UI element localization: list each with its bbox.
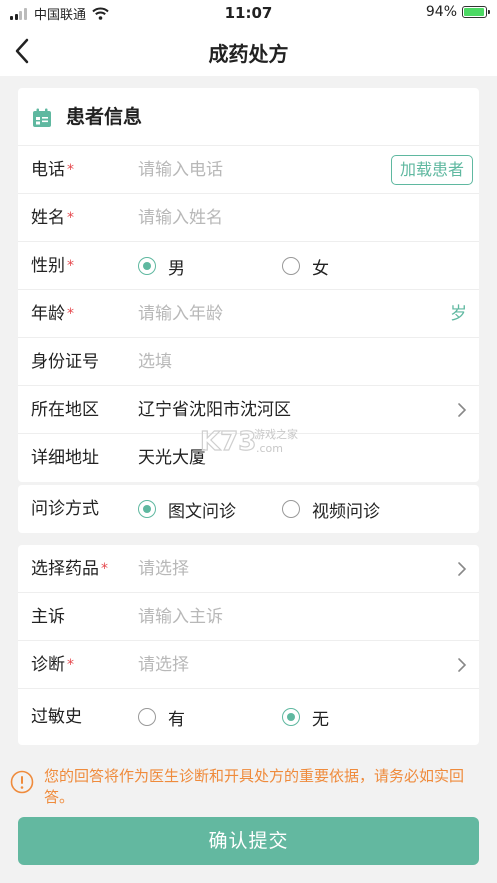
drug-label: 选择药品 * xyxy=(31,559,108,579)
address-row: 详细地址 天光大厦 xyxy=(18,434,479,482)
radio-unchecked-icon xyxy=(282,500,300,518)
id-number-row: 身份证号 选填 xyxy=(18,338,479,386)
id-number-label: 身份证号 xyxy=(31,352,99,372)
prescription-card: 选择药品 * 请选择 主诉 请输入主诉 诊断 * 请选择 过敏史 有 无 xyxy=(18,545,479,745)
consult-method-label: 问诊方式 xyxy=(31,499,99,519)
chevron-right-icon xyxy=(458,403,467,417)
warning-icon xyxy=(10,770,34,794)
drug-select[interactable]: 请选择 xyxy=(138,545,189,593)
age-input[interactable]: 请输入年龄 xyxy=(138,290,223,338)
address-input[interactable]: 天光大厦 xyxy=(138,434,206,482)
allergy-label: 过敏史 xyxy=(31,707,82,727)
phone-row: 电话 * 请输入电话 加载患者 xyxy=(18,146,479,194)
gender-female-radio[interactable]: 女 xyxy=(282,242,329,290)
patient-info-title: 患者信息 xyxy=(66,106,143,128)
phone-input[interactable]: 请输入电话 xyxy=(138,146,223,194)
name-row: 姓名 * 请输入姓名 xyxy=(18,194,479,242)
diagnosis-select[interactable]: 请选择 xyxy=(138,641,189,689)
id-number-input[interactable]: 选填 xyxy=(138,338,172,386)
status-bar: 中国联通 11:07 94% xyxy=(0,0,497,26)
chevron-right-icon xyxy=(458,562,467,576)
region-label: 所在地区 xyxy=(31,400,99,420)
age-row: 年龄 * 请输入年龄 岁 xyxy=(18,290,479,338)
submit-button[interactable]: 确认提交 xyxy=(18,817,479,865)
drug-row[interactable]: 选择药品 * 请选择 xyxy=(18,545,479,593)
warning-notice: 您的回答将作为医生诊断和开具处方的重要依据，请务必如实回答。 xyxy=(10,766,485,808)
gender-label: 性别 * xyxy=(31,256,74,276)
phone-label: 电话 * xyxy=(31,160,74,180)
radio-checked-icon xyxy=(138,500,156,518)
radio-unchecked-icon xyxy=(282,257,300,275)
chevron-right-icon xyxy=(458,658,467,672)
warning-text: 您的回答将作为医生诊断和开具处方的重要依据，请务必如实回答。 xyxy=(44,767,465,806)
gender-male-radio[interactable]: 男 xyxy=(138,242,185,290)
patient-info-header: 患者信息 xyxy=(18,88,479,146)
name-input[interactable]: 请输入姓名 xyxy=(138,194,223,242)
region-row[interactable]: 所在地区 辽宁省沈阳市沈河区 xyxy=(18,386,479,434)
gender-row: 性别 * 男 女 xyxy=(18,242,479,290)
battery-percent: 94% xyxy=(425,4,457,20)
patient-info-card: 患者信息 电话 * 请输入电话 加载患者 姓名 * 请输入姓名 性别 * 男 女 年龄… xyxy=(18,88,479,482)
calendar-icon xyxy=(33,108,51,127)
battery-icon xyxy=(462,6,490,18)
allergy-row: 过敏史 有 无 xyxy=(18,689,479,745)
region-value: 辽宁省沈阳市沈河区 xyxy=(138,400,291,420)
radio-checked-icon xyxy=(138,257,156,275)
navigation-bar: 成药处方 xyxy=(0,26,497,76)
age-unit: 岁 xyxy=(450,304,467,324)
radio-unchecked-icon xyxy=(138,708,156,726)
allergy-no-radio[interactable]: 无 xyxy=(282,689,329,745)
diagnosis-label: 诊断 * xyxy=(31,655,74,675)
load-patient-button[interactable]: 加载患者 xyxy=(390,155,473,185)
clock: 11:07 xyxy=(224,4,273,22)
consult-text-radio[interactable]: 图文问诊 xyxy=(138,485,236,533)
diagnosis-row[interactable]: 诊断 * 请选择 xyxy=(18,641,479,689)
consult-video-radio[interactable]: 视频问诊 xyxy=(282,485,380,533)
page-title: 成药处方 xyxy=(208,42,289,66)
complaint-label: 主诉 xyxy=(31,607,65,627)
consult-method-card: 问诊方式 图文问诊 视频问诊 xyxy=(18,485,479,533)
address-label: 详细地址 xyxy=(31,448,99,468)
complaint-row: 主诉 请输入主诉 xyxy=(18,593,479,641)
consult-method-row: 问诊方式 图文问诊 视频问诊 xyxy=(18,485,479,533)
radio-checked-icon xyxy=(282,708,300,726)
name-label: 姓名 * xyxy=(31,208,74,228)
complaint-input[interactable]: 请输入主诉 xyxy=(138,593,223,641)
allergy-yes-radio[interactable]: 有 xyxy=(138,689,185,745)
age-label: 年龄 * xyxy=(31,304,74,324)
